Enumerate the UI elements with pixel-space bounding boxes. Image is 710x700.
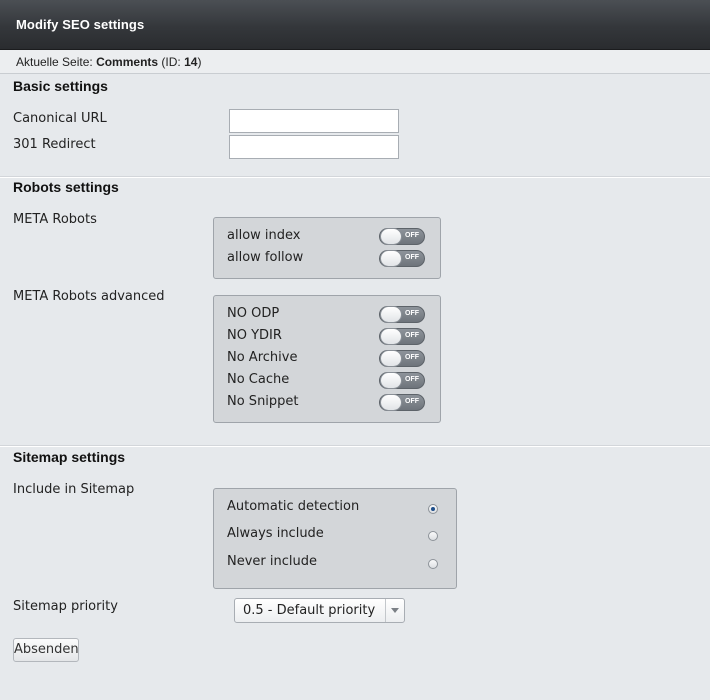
toggle-no-archive[interactable]: OFF [379,350,425,367]
robots-settings-heading: Robots settings [13,179,119,195]
toggle-label-allow-follow: allow follow [227,250,304,265]
redirect-301-input[interactable] [229,135,399,159]
toggle-label-no-archive: No Archive [227,350,298,365]
toggle-knob [380,328,402,345]
current-page-info: Aktuelle Seite: Comments (ID: 14) [16,55,201,69]
toggle-no-snippet[interactable]: OFF [379,394,425,411]
current-page-bar: Aktuelle Seite: Comments (ID: 14) [0,50,710,74]
toggle-knob [380,228,402,245]
current-page-id-prefix: (ID: [161,55,181,69]
toggle-no-cache[interactable]: OFF [379,372,425,389]
toggle-knob [380,372,402,389]
current-page-name: Comments [96,55,159,69]
submit-button[interactable]: Absenden [13,638,79,662]
toggle-allow-follow[interactable]: OFF [379,250,425,267]
toggle-state: OFF [405,254,419,261]
toggle-label-no-cache: No Cache [227,372,290,387]
toggle-knob [380,306,402,323]
radio-automatic-detection[interactable] [428,504,438,514]
meta-robots-advanced-label: META Robots advanced [13,289,165,304]
toggle-state: OFF [405,376,419,383]
section-divider [0,176,710,178]
window-titlebar: Modify SEO settings [0,0,710,50]
toggle-allow-index[interactable]: OFF [379,228,425,245]
dropdown-arrow-button[interactable] [385,599,404,622]
toggle-state: OFF [405,310,419,317]
canonical-url-label: Canonical URL [13,111,107,126]
sitemap-priority-select[interactable]: 0.5 - Default priority [234,598,405,623]
toggle-label-no-odp: NO ODP [227,306,280,321]
toggle-label-allow-index: allow index [227,228,301,243]
include-in-sitemap-label: Include in Sitemap [13,482,135,497]
radio-label-automatic-detection: Automatic detection [227,499,360,514]
toggle-label-no-ydir: NO YDIR [227,328,282,343]
include-in-sitemap-panel: Automatic detection Always include Never… [213,488,457,589]
toggle-knob [380,250,402,267]
toggle-label-no-snippet: No Snippet [227,394,299,409]
radio-always-include[interactable] [428,531,438,541]
toggle-state: OFF [405,232,419,239]
toggle-knob [380,350,402,367]
radio-label-never-include: Never include [227,554,317,569]
toggle-state: OFF [405,332,419,339]
toggle-no-ydir[interactable]: OFF [379,328,425,345]
canonical-url-input[interactable] [229,109,399,133]
sitemap-settings-heading: Sitemap settings [13,449,126,465]
current-page-prefix: Aktuelle Seite: [16,55,93,69]
toggle-no-odp[interactable]: OFF [379,306,425,323]
toggle-knob [380,394,402,411]
redirect-301-label: 301 Redirect [13,137,96,152]
meta-robots-panel: allow index OFF allow follow OFF [213,217,441,279]
meta-robots-advanced-panel: NO ODP OFF NO YDIR OFF No Archive OFF No… [213,295,441,423]
current-page-id: 14 [184,55,198,69]
radio-label-always-include: Always include [227,526,324,541]
toggle-state: OFF [405,354,419,361]
current-page-id-suffix: ) [197,55,202,69]
sitemap-priority-label: Sitemap priority [13,599,118,614]
meta-robots-label: META Robots [13,212,97,227]
section-divider [0,445,710,447]
toggle-state: OFF [405,398,419,405]
basic-settings-heading: Basic settings [13,78,108,94]
radio-never-include[interactable] [428,559,438,569]
chevron-down-icon [391,608,399,613]
sitemap-priority-value: 0.5 - Default priority [243,603,376,618]
window-title: Modify SEO settings [16,17,145,32]
